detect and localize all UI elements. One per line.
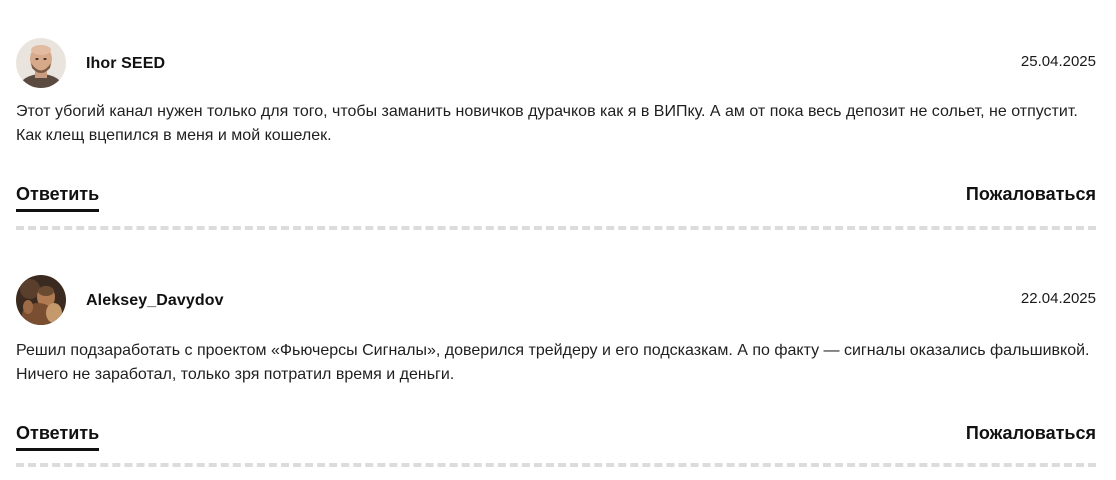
comment-header: Ihor SEED 25.04.2025 bbox=[16, 38, 1096, 90]
avatar[interactable] bbox=[16, 38, 66, 88]
user-photo-icon bbox=[16, 38, 66, 88]
comment-actions: Ответить Пожаловаться bbox=[16, 423, 1096, 453]
comment-text: Решил подзаработать с проектом «Фьючерсы… bbox=[16, 342, 1090, 383]
comment-author: Ihor SEED bbox=[86, 55, 166, 72]
comment-divider bbox=[16, 226, 1096, 230]
user-photo-icon bbox=[16, 275, 66, 325]
comment-text: Этот убогий канал нужен только для того,… bbox=[16, 103, 1078, 144]
comments-list: Ihor SEED 25.04.2025 Этот убогий канал н… bbox=[0, 0, 1116, 480]
avatar[interactable] bbox=[16, 275, 66, 325]
comment-header: Aleksey_Davydov 22.04.2025 bbox=[16, 275, 1096, 327]
report-button[interactable]: Пожаловаться bbox=[966, 423, 1096, 444]
report-button[interactable]: Пожаловаться bbox=[966, 184, 1096, 205]
reply-button[interactable]: Ответить bbox=[16, 184, 100, 212]
comment-actions: Ответить Пожаловаться bbox=[16, 184, 1096, 214]
comment-item: Aleksey_Davydov 22.04.2025 Решил подзара… bbox=[16, 275, 1096, 467]
comment-author: Aleksey_Davydov bbox=[86, 292, 224, 309]
comment-item: Ihor SEED 25.04.2025 Этот убогий канал н… bbox=[16, 38, 1096, 230]
comment-date: 25.04.2025 bbox=[1020, 53, 1096, 70]
reply-button[interactable]: Ответить bbox=[16, 423, 100, 451]
comment-date: 22.04.2025 bbox=[1020, 290, 1096, 307]
comment-divider bbox=[16, 463, 1096, 467]
